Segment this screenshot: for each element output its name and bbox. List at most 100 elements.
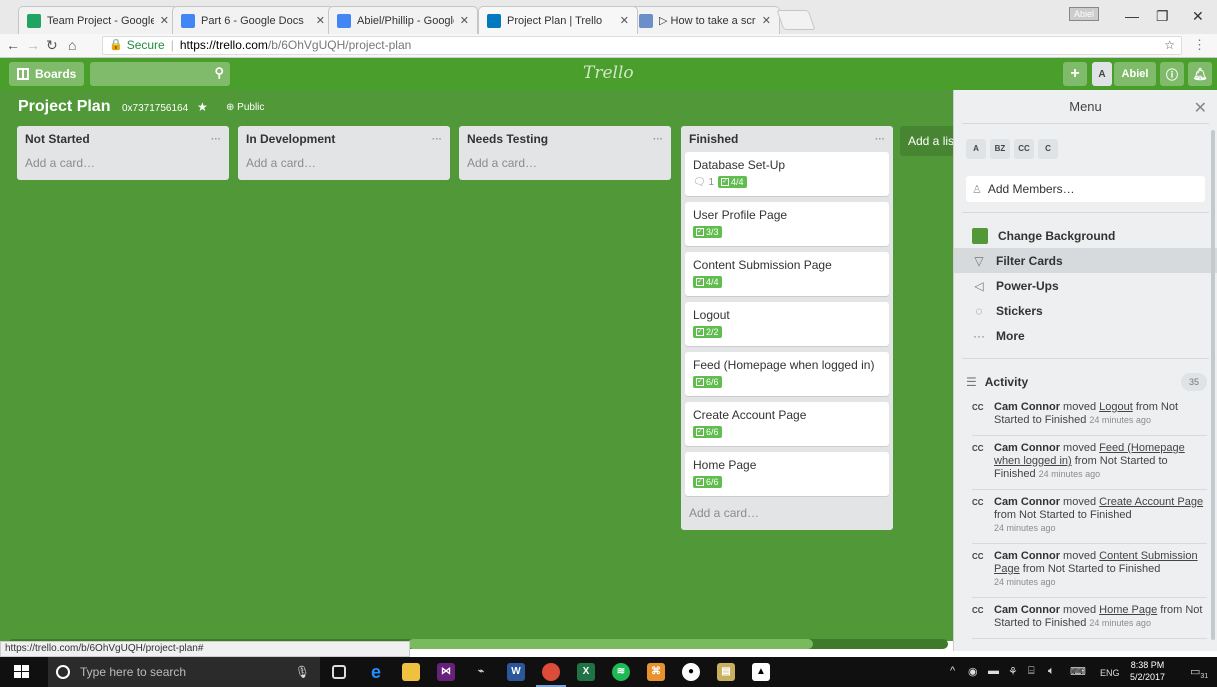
avatar[interactable]: BZ: [990, 139, 1010, 159]
close-window-icon[interactable]: ✕: [1192, 8, 1204, 25]
activity-user[interactable]: Cam Connor: [994, 401, 1060, 413]
activity-user[interactable]: Cam Connor: [994, 604, 1060, 616]
reload-icon[interactable]: ↻: [46, 37, 58, 54]
list-header[interactable]: Needs Testing ···: [463, 126, 667, 152]
menu-item-more[interactable]: ··· More: [954, 323, 1217, 348]
kebab-menu-icon[interactable]: ⋮: [1193, 37, 1206, 53]
home-icon[interactable]: ⌂: [68, 37, 76, 53]
ellipsis-icon[interactable]: ···: [211, 134, 221, 145]
activity-user[interactable]: Cam Connor: [994, 496, 1060, 508]
activity-time[interactable]: 24 minutes ago: [994, 523, 1056, 533]
back-icon[interactable]: ←: [6, 37, 20, 53]
avatar[interactable]: A: [966, 139, 986, 159]
avatar[interactable]: C: [1038, 139, 1058, 159]
card-content-submission-page[interactable]: Content Submission Page ✓ 4/4: [685, 252, 889, 296]
card-feed[interactable]: Feed (Homepage when logged in) ✓ 6/6: [685, 352, 889, 396]
menu-item-power-ups[interactable]: ◁ Power-Ups: [954, 273, 1217, 298]
bell-icon[interactable]: 🔔︎: [1188, 62, 1212, 86]
github-icon[interactable]: ●: [682, 663, 700, 681]
list-header[interactable]: Not Started ···: [21, 126, 225, 152]
tab-team-project[interactable]: Team Project - Google D ✕: [18, 6, 178, 34]
activity-user[interactable]: Cam Connor: [994, 442, 1060, 454]
activity-time[interactable]: 24 minutes ago: [1089, 415, 1151, 425]
add-card-button[interactable]: Add a card…: [463, 152, 667, 176]
add-members-button[interactable]: ♙ Add Members…: [966, 176, 1205, 202]
minimize-icon[interactable]: —: [1125, 8, 1139, 24]
forward-icon[interactable]: →: [26, 37, 40, 53]
maximize-icon[interactable]: ❐: [1156, 8, 1169, 25]
photos-icon[interactable]: ▲: [752, 663, 770, 681]
taskbar-search-input[interactable]: Type here to search 🎙︎: [48, 657, 320, 687]
info-icon[interactable]: ⓘ: [1160, 62, 1184, 86]
visibility-button[interactable]: ⊕ Public: [226, 102, 264, 113]
menu-item-filter-cards[interactable]: ▽ Filter Cards: [954, 248, 1217, 273]
tab-abiel-phillip[interactable]: Abiel/Phillip - Google Do ✕: [328, 6, 478, 34]
task-view-icon[interactable]: [332, 665, 346, 679]
chrome-icon[interactable]: [536, 663, 566, 687]
vertical-scrollbar[interactable]: [1211, 130, 1215, 640]
star-icon[interactable]: ★: [197, 100, 208, 114]
add-list-button[interactable]: Add a list…: [900, 126, 956, 156]
avatar[interactable]: CC: [972, 403, 986, 427]
add-card-button[interactable]: Add a card…: [21, 152, 225, 176]
user-name-button[interactable]: Abiel: [1114, 62, 1156, 86]
list-header[interactable]: In Development ···: [242, 126, 446, 152]
edge-icon[interactable]: e: [367, 663, 385, 681]
close-icon[interactable]: ✕: [160, 14, 169, 27]
avatar[interactable]: CC: [972, 606, 986, 630]
ellipsis-icon[interactable]: ···: [653, 134, 663, 145]
tab-project-plan-trello[interactable]: Project Plan | Trello ✕: [478, 6, 638, 34]
close-icon[interactable]: ✕: [762, 14, 771, 27]
activity-user[interactable]: Cam Connor: [994, 550, 1060, 562]
card-user-profile-page[interactable]: User Profile Page ✓ 3/3: [685, 202, 889, 246]
menu-item-change-background[interactable]: Change Background: [954, 223, 1217, 248]
app-icon[interactable]: ⌁: [472, 663, 490, 681]
volume-icon[interactable]: 🔈︎: [1048, 665, 1055, 678]
card-create-account-page[interactable]: Create Account Page ✓ 6/6: [685, 402, 889, 446]
spotify-icon[interactable]: ≋: [612, 663, 630, 681]
scrollbar-thumb[interactable]: [408, 639, 813, 649]
trello-logo[interactable]: Trello: [583, 63, 634, 83]
list-title[interactable]: Not Started: [25, 132, 211, 146]
list-header[interactable]: Finished ···: [685, 126, 889, 152]
board-title[interactable]: Project Plan: [18, 98, 110, 116]
avatar[interactable]: CC: [1014, 139, 1034, 159]
avatar[interactable]: A: [1092, 62, 1112, 86]
tab-screenshot-video[interactable]: ▷ How to take a screens ✕: [630, 6, 780, 34]
add-card-button[interactable]: Add a card…: [685, 502, 889, 526]
avatar[interactable]: CC: [972, 498, 986, 535]
list-title[interactable]: In Development: [246, 132, 432, 146]
word-icon[interactable]: W: [507, 663, 525, 681]
activity-time[interactable]: 24 minutes ago: [994, 577, 1056, 587]
close-icon[interactable]: ✕: [1194, 98, 1207, 118]
file-explorer-icon[interactable]: [402, 663, 420, 681]
create-plus-button[interactable]: +: [1063, 62, 1087, 86]
language-indicator[interactable]: ENG: [1100, 668, 1120, 678]
windows-start-icon[interactable]: [14, 665, 30, 679]
tray-icon[interactable]: ⚘: [1008, 665, 1018, 678]
list-title[interactable]: Finished: [689, 132, 875, 146]
app-icon[interactable]: ▤: [717, 663, 735, 681]
avatar[interactable]: CC: [972, 444, 986, 481]
activity-time[interactable]: 24 minutes ago: [1089, 618, 1151, 628]
close-icon[interactable]: ✕: [620, 14, 629, 27]
tab-part-6[interactable]: Part 6 - Google Docs ✕: [172, 6, 334, 34]
activity-card-link[interactable]: Home Page: [1099, 604, 1157, 616]
avatar[interactable]: CC: [972, 552, 986, 589]
url-input[interactable]: 🔒 Secure | https://trello.com /b/6OhVgUQ…: [102, 36, 1182, 55]
bookmark-star-icon[interactable]: ☆: [1164, 37, 1175, 54]
keyboard-icon[interactable]: ⌨: [1070, 665, 1086, 678]
visual-studio-icon[interactable]: ⋈: [437, 663, 455, 681]
network-icon[interactable]: ⌸: [1028, 665, 1035, 678]
close-icon[interactable]: ✕: [316, 14, 325, 27]
card-home-page[interactable]: Home Page ✓ 6/6: [685, 452, 889, 496]
close-icon[interactable]: ✕: [460, 14, 469, 27]
profile-button[interactable]: Abiel: [1069, 7, 1099, 21]
microphone-icon[interactable]: 🎙︎: [295, 665, 310, 679]
card-logout[interactable]: Logout ✓ 2/2: [685, 302, 889, 346]
activity-card-link[interactable]: Create Account Page: [1099, 496, 1203, 508]
card-database-setup[interactable]: Database Set-Up 🗨︎ 1 ✓ 4/4: [685, 152, 889, 196]
new-tab-button[interactable]: [776, 10, 816, 30]
taskbar-clock[interactable]: 8:38 PM 5/2/2017: [1130, 659, 1165, 683]
board-search-input[interactable]: ⚲: [90, 62, 230, 86]
